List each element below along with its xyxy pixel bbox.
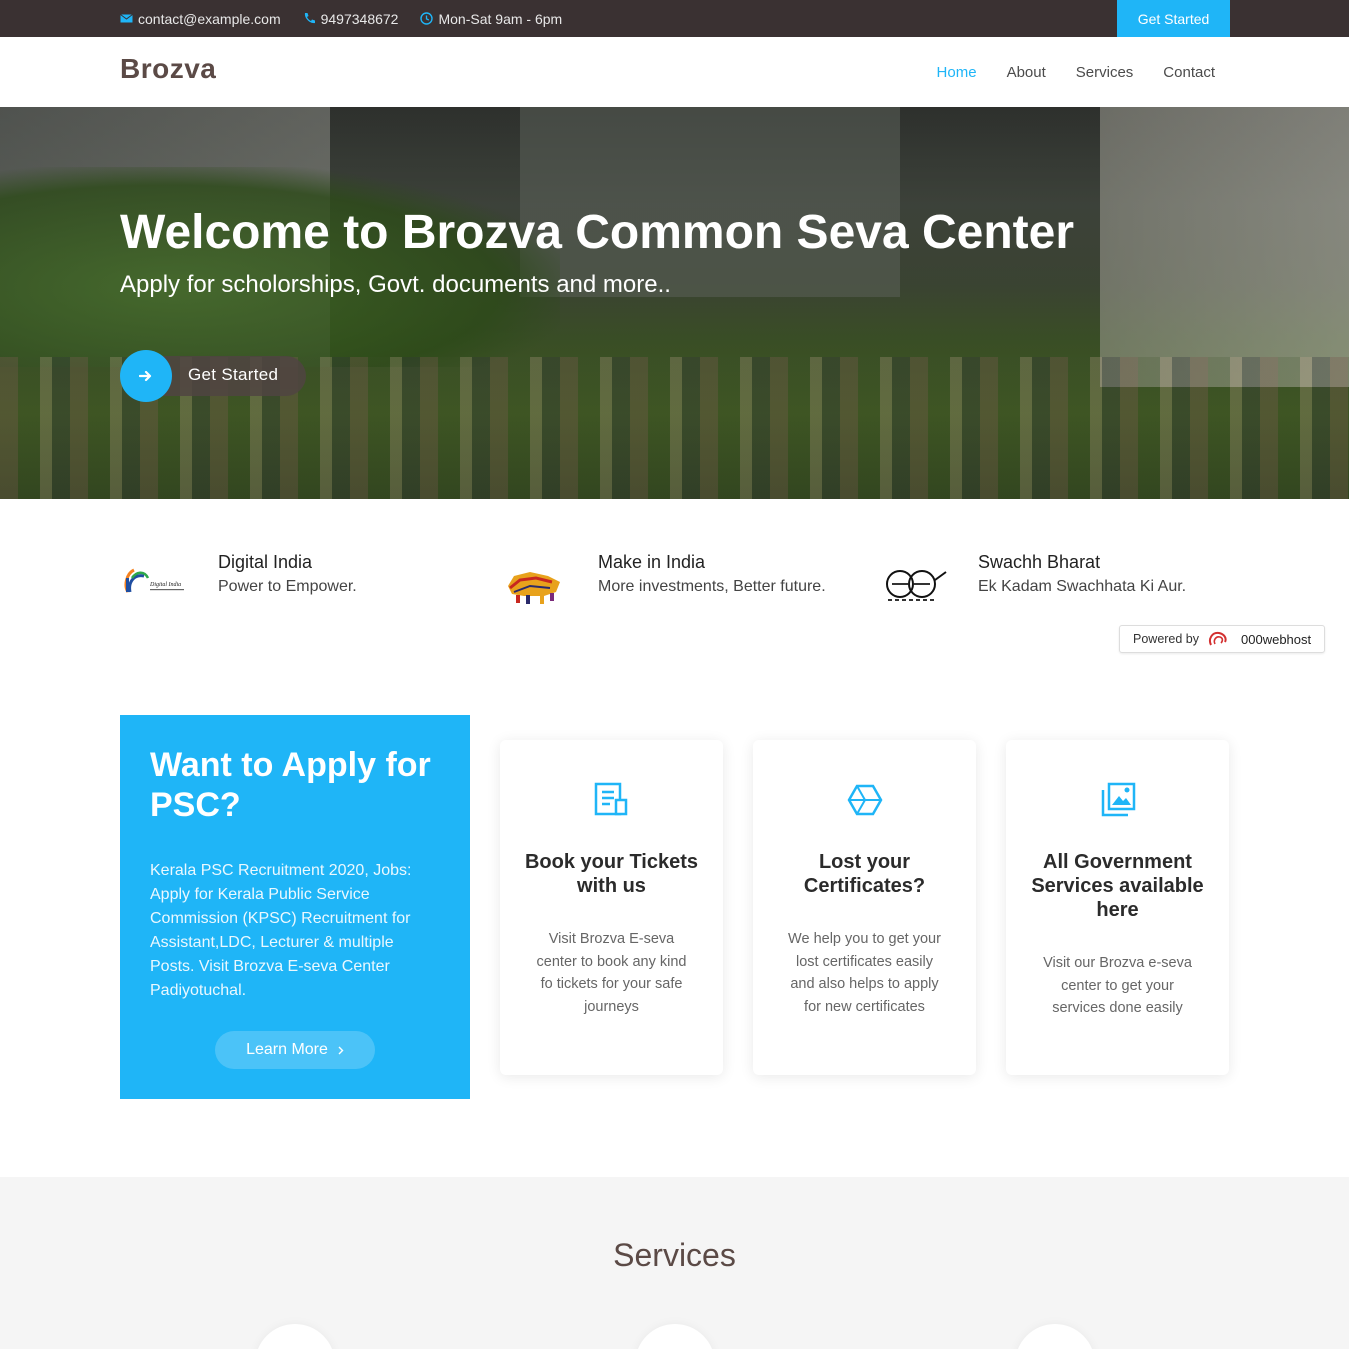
webhost-swirl-icon	[1209, 631, 1227, 646]
initiative-desc: More investments, Better future.	[598, 578, 826, 595]
hero-background-building	[1100, 107, 1349, 387]
feature-card-tickets: Book your Tickets with us Visit Brozva E…	[500, 740, 723, 1075]
card-text: We help you to get your lost certificate…	[788, 931, 941, 1015]
arrow-right-icon	[139, 370, 152, 382]
learn-more-label: Learn More	[246, 1041, 328, 1058]
powered-by-label: Powered by	[1133, 632, 1200, 646]
hero-get-started-button[interactable]: Get Started	[120, 350, 306, 402]
email-item[interactable]: contact@example.com	[120, 11, 281, 27]
initiative-desc: Ek Kadam Swachhata Ki Aur.	[978, 578, 1187, 595]
hero-background-trees	[0, 167, 560, 367]
images-icon	[1101, 782, 1136, 817]
hours-item: Mon-Sat 9am - 6pm	[420, 11, 562, 27]
digital-india-logo-text: Digital India	[149, 582, 181, 588]
phone-text: 9497348672	[320, 10, 399, 27]
psc-promo-box: Want to Apply for PSC? Kerala PSC Recrui…	[120, 715, 470, 1099]
nav-home[interactable]: Home	[937, 64, 977, 81]
initiative-title: Digital India	[218, 552, 313, 572]
card-text: Visit Brozva E-seva center to book any k…	[536, 931, 687, 1015]
site-logo[interactable]: Brozva	[120, 53, 216, 85]
nav-services[interactable]: Services	[1076, 64, 1134, 81]
feature-card-govt-services: All Government Services available here V…	[1006, 740, 1229, 1075]
service-icon-circle	[1015, 1324, 1095, 1349]
email-text: contact@example.com	[138, 10, 281, 27]
nav-about[interactable]: About	[1007, 64, 1046, 81]
learn-more-button[interactable]: Learn More	[215, 1031, 375, 1069]
hero-background-building	[520, 107, 900, 297]
clock-icon	[420, 12, 434, 25]
hours-text: Mon-Sat 9am - 6pm	[438, 10, 563, 27]
nav-contact[interactable]: Contact	[1163, 64, 1215, 81]
service-icon-circle	[635, 1324, 715, 1349]
card-title: Lost your Certificates?	[803, 851, 926, 897]
button-circle	[120, 350, 172, 402]
topbar-get-started-button[interactable]: Get Started	[1117, 0, 1230, 37]
cube-icon	[847, 784, 883, 816]
card-title: Book your Tickets with us	[524, 851, 699, 897]
card-title: All Government Services available here	[1031, 851, 1204, 921]
hero-subtitle: Apply for scholorships, Govt. documents …	[120, 271, 671, 298]
hero-section: Welcome to Brozva Common Seva Center App…	[0, 107, 1349, 499]
feature-card-certificates: Lost your Certificates? We help you to g…	[753, 740, 976, 1075]
digital-india-logo: Digital India	[124, 568, 184, 593]
swachh-bharat-glasses-logo	[886, 570, 947, 601]
main-nav: Home About Services Contact	[937, 37, 1215, 107]
powered-by-brand: 000webhost	[1241, 631, 1312, 647]
service-icon-circle	[255, 1324, 335, 1349]
psc-title: Want to Apply for PSC?	[150, 746, 431, 824]
card-text: Visit our Brozva e-seva center to get yo…	[1043, 955, 1192, 1016]
phone-item[interactable]: 9497348672	[303, 10, 399, 27]
topbar: contact@example.com 9497348672 Mon-Sat 9…	[0, 0, 1349, 37]
hero-title: Welcome to Brozva Common Seva Center	[120, 206, 1075, 259]
site-header: Brozva Home About Services Contact	[0, 37, 1349, 107]
initiative-title: Swachh Bharat	[978, 552, 1101, 572]
services-title: Services	[613, 1237, 736, 1273]
envelope-icon	[120, 14, 133, 23]
services-section: Services	[0, 1177, 1349, 1349]
contact-info: contact@example.com 9497348672 Mon-Sat 9…	[120, 0, 562, 37]
phone-icon	[304, 13, 315, 24]
document-icon	[594, 782, 628, 816]
powered-by-badge[interactable]: Powered by 000webhost	[1119, 625, 1325, 653]
hero-button-label: Get Started	[188, 365, 279, 384]
make-in-india-lion-logo	[508, 572, 560, 604]
initiative-title: Make in India	[598, 552, 706, 572]
psc-text: Kerala PSC Recruitment 2020, Jobs: Apply…	[150, 862, 412, 999]
initiative-desc: Power to Empower.	[218, 578, 357, 595]
chevron-right-icon	[338, 1046, 344, 1054]
